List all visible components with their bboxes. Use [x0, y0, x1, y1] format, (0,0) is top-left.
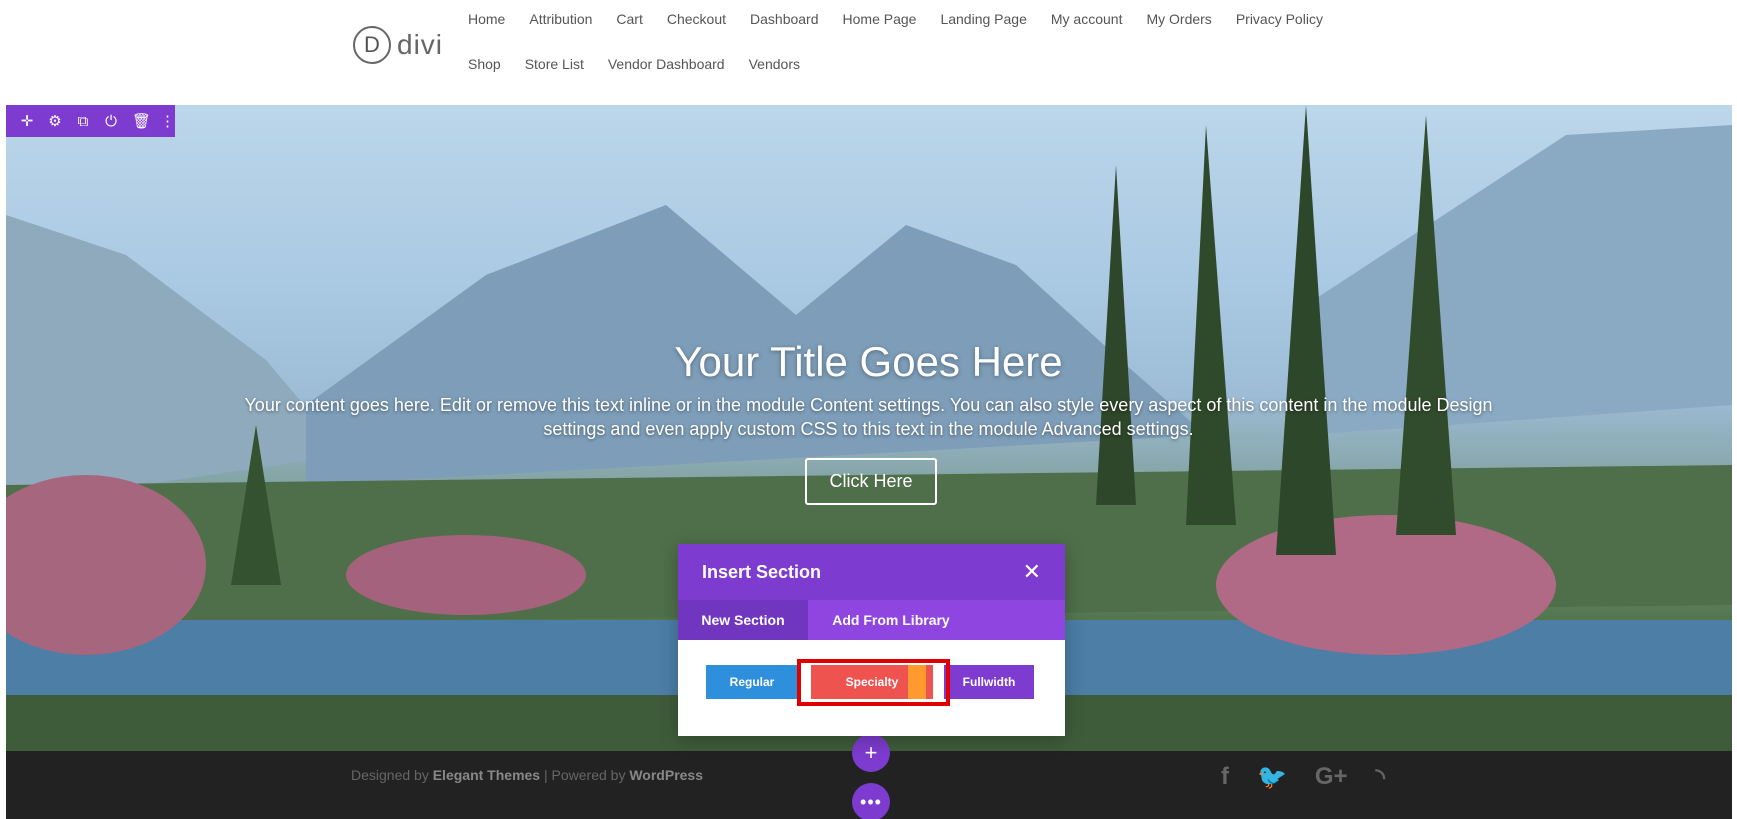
nav-home-page[interactable]: Home Page — [843, 11, 917, 27]
nav-home[interactable]: Home — [468, 11, 505, 27]
google-plus-icon[interactable]: G+ — [1315, 763, 1348, 792]
footer-credits: Designed by Elegant Themes | Powered by … — [351, 767, 703, 783]
nav-checkout[interactable]: Checkout — [667, 11, 726, 27]
power-icon[interactable]: ⏻ — [104, 113, 118, 130]
nav-landing-page[interactable]: Landing Page — [940, 11, 1026, 27]
divi-logo[interactable]: D divi — [353, 26, 443, 64]
site-header: D divi Home Attribution Cart Checkout Da… — [0, 0, 1737, 105]
more-options-button[interactable]: ••• — [852, 783, 890, 819]
regular-section-button[interactable]: Regular — [706, 665, 798, 699]
duplicate-icon[interactable]: ⧉ — [76, 113, 90, 130]
primary-nav-row-1: Home Attribution Cart Checkout Dashboard… — [468, 11, 1323, 27]
modal-header: Insert Section ✕ — [678, 544, 1065, 600]
rss-icon[interactable]: ◝ — [1376, 763, 1385, 792]
specialty-label: Specialty — [845, 675, 899, 689]
settings-icon[interactable]: ⚙ — [48, 112, 62, 130]
nav-vendor-dashboard[interactable]: Vendor Dashboard — [608, 56, 725, 72]
specialty-section-button[interactable]: Specialty — [811, 665, 933, 699]
twitter-icon[interactable]: 🐦 — [1257, 763, 1287, 792]
tab-add-from-library[interactable]: Add From Library — [808, 600, 974, 640]
trash-icon[interactable]: 🗑 — [132, 112, 151, 130]
nav-dashboard[interactable]: Dashboard — [750, 11, 819, 27]
nav-privacy-policy[interactable]: Privacy Policy — [1236, 11, 1323, 27]
nav-shop[interactable]: Shop — [468, 56, 501, 72]
section-toolbar: ✛ ⚙ ⧉ ⏻ 🗑 ⋮ — [6, 105, 175, 137]
more-vertical-icon[interactable]: ⋮ — [160, 112, 175, 130]
close-icon[interactable]: ✕ — [1023, 559, 1041, 585]
facebook-icon[interactable]: f — [1221, 763, 1229, 792]
fullwidth-section-button[interactable]: Fullwidth — [944, 665, 1034, 699]
modal-title: Insert Section — [702, 561, 822, 582]
modal-tabs: New Section Add From Library — [678, 600, 1065, 640]
nav-my-account[interactable]: My account — [1051, 11, 1123, 27]
nav-cart[interactable]: Cart — [616, 11, 642, 27]
nav-attribution[interactable]: Attribution — [529, 11, 592, 27]
logo-wordmark: divi — [397, 29, 444, 60]
nav-store-list[interactable]: Store List — [525, 56, 584, 72]
hero-title[interactable]: Your Title Goes Here — [0, 338, 1737, 386]
social-icons: f 🐦 G+ ◝ — [1221, 763, 1385, 792]
designed-by-label: Designed by — [351, 767, 429, 783]
powered-by-label: Powered by — [551, 767, 626, 783]
move-icon[interactable]: ✛ — [20, 112, 34, 130]
section-type-options: Regular Specialty Fullwidth — [678, 640, 1065, 736]
page: D divi Home Attribution Cart Checkout Da… — [0, 0, 1737, 819]
insert-section-modal: Insert Section ✕ New Section Add From Li… — [678, 544, 1065, 736]
wordpress-link[interactable]: WordPress — [629, 767, 703, 783]
add-section-button[interactable]: + — [852, 734, 890, 772]
hero-body-text[interactable]: Your content goes here. Edit or remove t… — [220, 393, 1517, 441]
logo-mark: D — [353, 26, 391, 64]
specialty-accent-stripe — [908, 665, 926, 699]
primary-nav-row-2: Shop Store List Vendor Dashboard Vendors — [468, 56, 800, 72]
click-here-button[interactable]: Click Here — [805, 458, 937, 505]
footer-separator: | — [543, 767, 548, 783]
elegant-themes-link[interactable]: Elegant Themes — [433, 767, 540, 783]
tab-new-section[interactable]: New Section — [678, 600, 808, 640]
nav-my-orders[interactable]: My Orders — [1146, 11, 1211, 27]
nav-vendors[interactable]: Vendors — [749, 56, 800, 72]
